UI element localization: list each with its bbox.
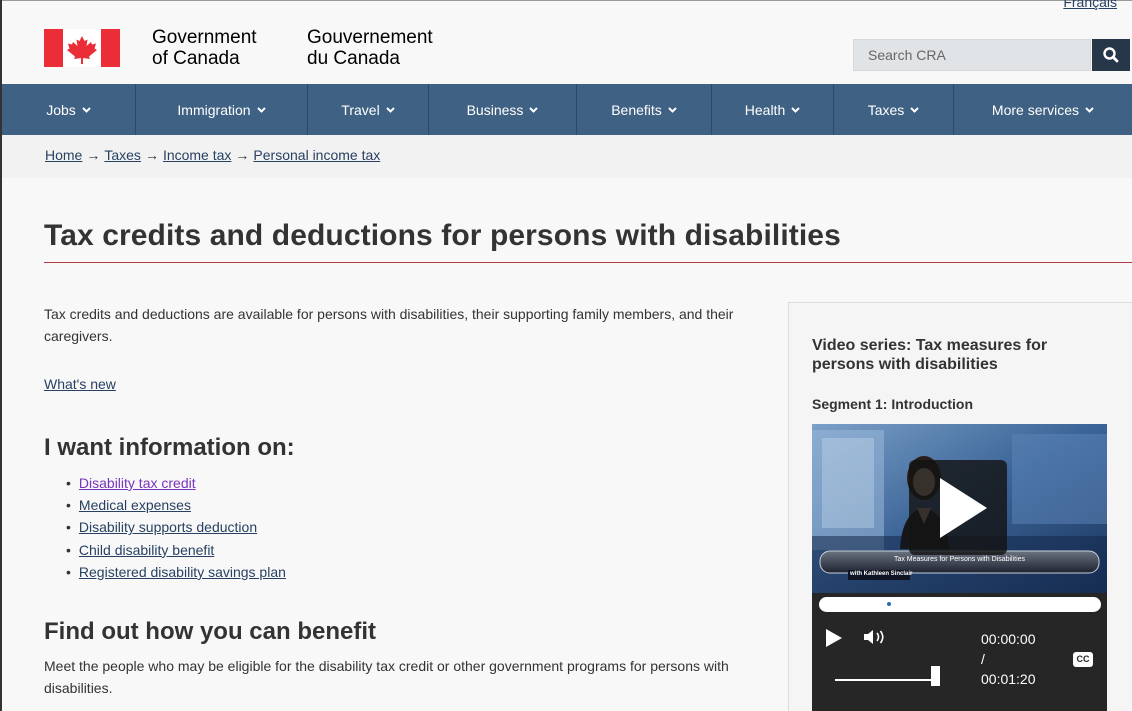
- menu-item-label: Business: [466, 101, 524, 118]
- information-links-list: Disability tax credit Medical expenses D…: [68, 472, 286, 583]
- signature-fr-line-1: Gouvernement: [307, 27, 433, 48]
- child-disability-benefit-link[interactable]: Child disability benefit: [79, 542, 214, 558]
- menu-item-label: Health: [744, 101, 786, 118]
- menu-item-travel[interactable]: Travel: [308, 84, 429, 135]
- play-control-icon[interactable]: [826, 629, 842, 647]
- breadcrumb-income-tax-link[interactable]: Income tax: [163, 147, 231, 163]
- menu-item-label: Travel: [341, 101, 380, 118]
- chevron-down-icon: [82, 106, 91, 113]
- disability-tax-credit-link[interactable]: Disability tax credit: [79, 475, 196, 491]
- benefit-heading: Find out how you can benefit: [44, 618, 376, 645]
- menu-item-taxes[interactable]: Taxes: [834, 84, 954, 135]
- medical-expenses-link[interactable]: Medical expenses: [79, 497, 191, 513]
- menu-item-more-services[interactable]: More services: [954, 84, 1132, 135]
- time-separator: /: [981, 651, 985, 667]
- breadcrumb: Home → Taxes → Income tax → Personal income ta…: [2, 135, 1132, 178]
- chevron-down-icon: [256, 106, 266, 113]
- language-toggle-link[interactable]: Français: [1063, 0, 1117, 10]
- whats-new-link[interactable]: What's new: [44, 376, 116, 392]
- list-item: Disability supports deduction: [68, 516, 286, 538]
- title-divider: [44, 262, 1132, 263]
- menu-item-jobs[interactable]: Jobs: [2, 84, 136, 135]
- menu-item-label: Jobs: [46, 101, 76, 118]
- list-item: Registered disability savings plan: [68, 561, 286, 583]
- menu-item-label: Immigration: [177, 101, 251, 118]
- closed-captions-icon[interactable]: CC: [1073, 652, 1093, 667]
- information-heading: I want information on:: [44, 434, 295, 461]
- video-time-display: 00:00:00 / 00:01:20: [981, 629, 1036, 689]
- benefit-paragraph: Meet the people who may be eligible for …: [44, 658, 729, 696]
- arrow-right-icon: →: [144, 147, 159, 163]
- current-time: 00:00:00: [981, 631, 1036, 647]
- breadcrumb-personal-income-tax-link[interactable]: Personal income tax: [253, 147, 380, 163]
- play-icon: [940, 478, 987, 538]
- search-icon: [1103, 47, 1119, 63]
- volume-icon[interactable]: [862, 628, 890, 646]
- video-banner-subtitle: with Kathleen Sinclair: [850, 571, 913, 577]
- menu-item-immigration[interactable]: Immigration: [136, 84, 308, 135]
- volume-slider[interactable]: [835, 679, 939, 681]
- arrow-right-icon: →: [235, 147, 250, 163]
- chevron-down-icon: [910, 106, 919, 113]
- window-top-border: [0, 0, 1132, 1]
- chevron-down-icon: [385, 106, 395, 113]
- menu-item-health[interactable]: Health: [712, 84, 834, 135]
- page-title: Tax credits and deductions for persons w…: [44, 219, 841, 252]
- main-menu: Jobs Immigration Travel Business Benefit…: [2, 84, 1132, 135]
- government-of-canada-signature-en: Government of Canada: [152, 27, 257, 69]
- disability-supports-deduction-link[interactable]: Disability supports deduction: [79, 519, 257, 535]
- government-of-canada-signature-fr: Gouvernement du Canada: [307, 27, 433, 69]
- menu-item-benefits[interactable]: Benefits: [577, 84, 712, 135]
- chevron-down-icon: [1085, 106, 1094, 113]
- chevron-down-icon: [668, 106, 677, 113]
- chevron-down-icon: [791, 106, 800, 113]
- video-series-title: Video series: Tax measures for persons w…: [812, 337, 1048, 373]
- signature-fr-line-2: du Canada: [307, 48, 400, 69]
- video-banner-title: Tax Measures for Persons with Disabiliti…: [893, 556, 1026, 563]
- menu-item-label: More services: [991, 101, 1080, 118]
- canada-flag-icon: [44, 29, 120, 67]
- search-input[interactable]: Search CRA: [853, 39, 1091, 71]
- search-button[interactable]: [1092, 39, 1130, 71]
- progress-indicator: [887, 602, 891, 606]
- duration-time: 00:01:20: [981, 671, 1036, 687]
- signature-en-line-1: Government: [152, 27, 257, 48]
- menu-item-business[interactable]: Business: [429, 84, 577, 135]
- video-progress-bar[interactable]: [819, 597, 1101, 612]
- breadcrumb-taxes-link[interactable]: Taxes: [104, 147, 141, 163]
- breadcrumb-home-link[interactable]: Home: [45, 147, 82, 163]
- segment-title: Segment 1: Introduction: [812, 396, 973, 412]
- volume-slider-handle[interactable]: [931, 666, 940, 686]
- list-item: Medical expenses: [68, 494, 286, 516]
- intro-paragraph: Tax credits and deductions are available…: [44, 306, 734, 344]
- search-placeholder: Search CRA: [868, 47, 946, 63]
- menu-item-label: Benefits: [611, 101, 662, 118]
- signature-en-line-2: of Canada: [152, 48, 240, 69]
- list-item: Disability tax credit: [68, 472, 286, 494]
- list-item: Child disability benefit: [68, 539, 286, 561]
- menu-item-label: Taxes: [867, 101, 905, 118]
- rdsp-link[interactable]: Registered disability savings plan: [79, 564, 286, 580]
- chevron-down-icon: [529, 106, 539, 113]
- arrow-right-icon: →: [86, 147, 101, 163]
